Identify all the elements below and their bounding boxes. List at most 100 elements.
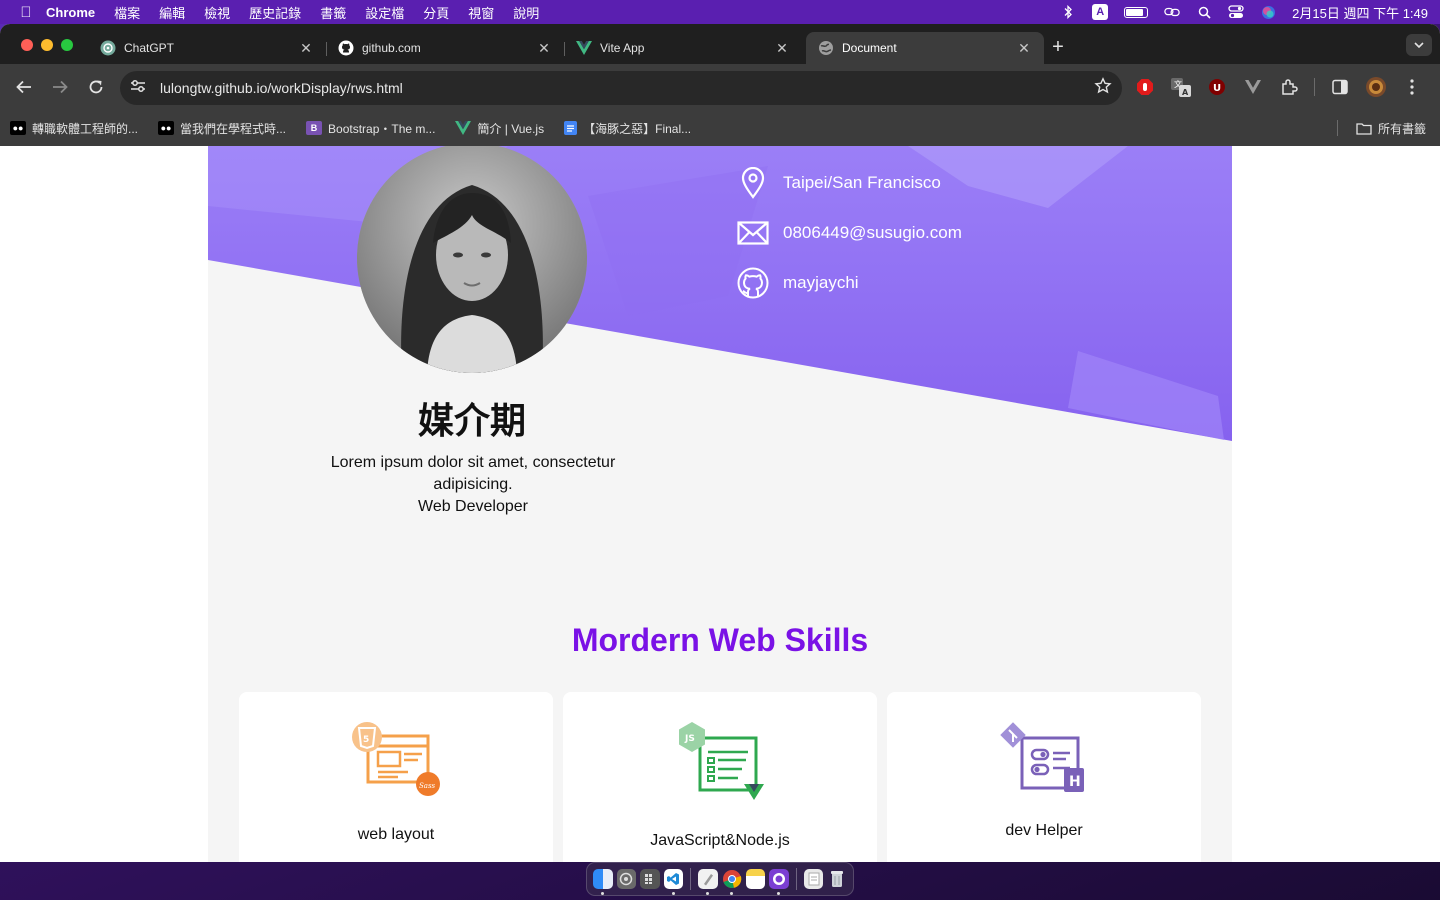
launchpad-icon[interactable] (640, 869, 660, 889)
extensions-puzzle-icon[interactable] (1278, 76, 1300, 98)
bookmark-item[interactable]: ●● 轉職軟體工程師的... (10, 120, 138, 137)
skill-card-web-layout: 5 Sass web layout (239, 692, 553, 862)
menu-app-name[interactable]: Chrome (46, 5, 95, 20)
vue-icon (455, 121, 472, 135)
menu-history[interactable]: 歷史記錄 (249, 3, 301, 22)
extensions-area: 文A U (1134, 76, 1423, 98)
url-text[interactable]: lulongtw.github.io/workDisplay/rws.html (160, 80, 1094, 96)
bluetooth-icon[interactable] (1060, 5, 1076, 19)
bookmark-item[interactable]: 簡介 | Vue.js (455, 120, 544, 137)
side-panel-icon[interactable] (1329, 76, 1351, 98)
tab-chatgpt[interactable]: ChatGPT ✕ (88, 32, 326, 64)
zoom-window-button[interactable] (61, 39, 73, 51)
close-tab-icon[interactable]: ✕ (1016, 40, 1032, 57)
translate-extension-icon[interactable]: 文A (1170, 76, 1192, 98)
tab-vite-app[interactable]: Vite App ✕ (564, 32, 802, 64)
menubar-clock[interactable]: 2月15日 週四 下午 1:49 (1292, 3, 1428, 22)
contact-github-text[interactable]: mayjaychi (783, 273, 859, 293)
bookmark-item[interactable]: 【海豚之惡】Final... (564, 120, 691, 137)
git-heroku-icon: H (996, 720, 1092, 804)
address-bar[interactable]: lulongtw.github.io/workDisplay/rws.html (120, 71, 1122, 105)
tab-title: Document (842, 41, 897, 55)
menu-tab[interactable]: 分頁 (423, 3, 449, 22)
vue-devtools-extension-icon[interactable] (1242, 76, 1264, 98)
contact-github[interactable]: mayjaychi (736, 258, 962, 308)
dock-divider (690, 868, 692, 890)
menu-edit[interactable]: 編輯 (159, 3, 185, 22)
spotlight-search-icon[interactable] (1196, 5, 1212, 19)
tab-search-button[interactable] (1406, 34, 1432, 56)
menu-help[interactable]: 說明 (513, 3, 539, 22)
script-editor-icon[interactable] (698, 869, 718, 895)
skill-card-label: web layout (357, 826, 435, 843)
back-button[interactable] (8, 71, 40, 103)
profile-bio: Lorem ipsum dolor sit amet, consectetur … (313, 452, 633, 518)
bookmarks-bar: ●● 轉職軟體工程師的... ●● 當我們在學程式時... B Bootstra… (0, 110, 1440, 146)
arrow-right-icon (53, 80, 68, 94)
profile-avatar-icon[interactable] (1365, 76, 1387, 98)
svg-text:A: A (1182, 88, 1189, 97)
trash-icon[interactable] (827, 869, 847, 889)
arrow-left-icon (16, 80, 31, 94)
tab-document[interactable]: Document ✕ (806, 32, 1044, 64)
window-controls (21, 39, 73, 51)
bookmark-label: 【海豚之惡】Final... (583, 121, 692, 136)
close-tab-icon[interactable]: ✕ (298, 40, 314, 57)
system-settings-icon[interactable] (616, 869, 637, 889)
menu-window[interactable]: 視窗 (468, 3, 494, 22)
menu-file[interactable]: 檔案 (114, 3, 140, 22)
apple-menu-icon[interactable]:  (12, 4, 40, 21)
input-source-icon[interactable]: A (1092, 4, 1109, 20)
screen-mirroring-icon[interactable] (1164, 5, 1180, 19)
resume-page: 媒介期 Lorem ipsum dolor sit amet, consecte… (208, 146, 1232, 862)
bookmark-star-icon[interactable] (1094, 76, 1112, 100)
contact-email-text[interactable]: 0806449@susugio.com (783, 223, 962, 243)
close-window-button[interactable] (21, 39, 33, 51)
profile-photo (357, 146, 587, 373)
svg-text:JS: JS (684, 734, 695, 744)
tab-github[interactable]: github.com ✕ (326, 32, 564, 64)
bookmark-item[interactable]: B Bootstrap・The m... (306, 120, 435, 137)
menu-bookmarks[interactable]: 書籤 (320, 3, 346, 22)
minimize-window-button[interactable] (41, 39, 53, 51)
medium-icon: ●● (158, 121, 175, 135)
forward-button[interactable] (44, 71, 76, 103)
profile-name: 媒介期 (417, 401, 526, 442)
reload-icon (89, 80, 103, 94)
macos-dock (586, 862, 854, 896)
reload-button[interactable] (80, 71, 112, 103)
svg-text:H: H (1069, 774, 1081, 790)
ublock-extension-icon[interactable]: U (1206, 76, 1228, 98)
chrome-icon[interactable] (722, 869, 742, 895)
menu-view[interactable]: 檢視 (204, 3, 230, 22)
nodejs-vue-icon: JS (672, 720, 768, 804)
all-bookmarks-button[interactable]: 所有書籤 (1356, 110, 1426, 146)
adblock-extension-icon[interactable] (1134, 76, 1156, 98)
svg-text:5: 5 (363, 735, 369, 745)
new-tab-button[interactable]: + (1046, 36, 1070, 59)
chatgpt-icon (100, 40, 116, 56)
folder-icon (1356, 122, 1372, 135)
profile-role: Web Developer (418, 498, 528, 515)
documents-folder-icon[interactable] (803, 869, 824, 889)
finder-icon[interactable] (593, 869, 613, 895)
globe-icon (818, 40, 834, 56)
close-tab-icon[interactable]: ✕ (774, 40, 790, 57)
siri-icon[interactable] (1260, 5, 1276, 19)
vscode-icon[interactable] (663, 869, 684, 895)
medium-icon: ●● (10, 121, 26, 135)
notes-icon[interactable] (745, 869, 766, 889)
tab-title: Vite App (600, 41, 645, 55)
svg-text:U: U (1213, 83, 1221, 94)
site-info-icon[interactable] (130, 79, 146, 98)
tab-title: ChatGPT (124, 41, 175, 55)
menu-profiles[interactable]: 設定檔 (365, 3, 404, 22)
battery-icon[interactable] (1124, 6, 1149, 18)
close-tab-icon[interactable]: ✕ (536, 40, 552, 57)
bookmark-item[interactable]: ●● 當我們在學程式時... (158, 120, 286, 137)
tab-title: github.com (362, 41, 421, 55)
more-menu-icon[interactable] (1401, 76, 1423, 98)
github-desktop-icon[interactable] (769, 869, 789, 895)
contact-email[interactable]: 0806449@susugio.com (736, 208, 962, 258)
control-center-icon[interactable] (1228, 5, 1244, 19)
